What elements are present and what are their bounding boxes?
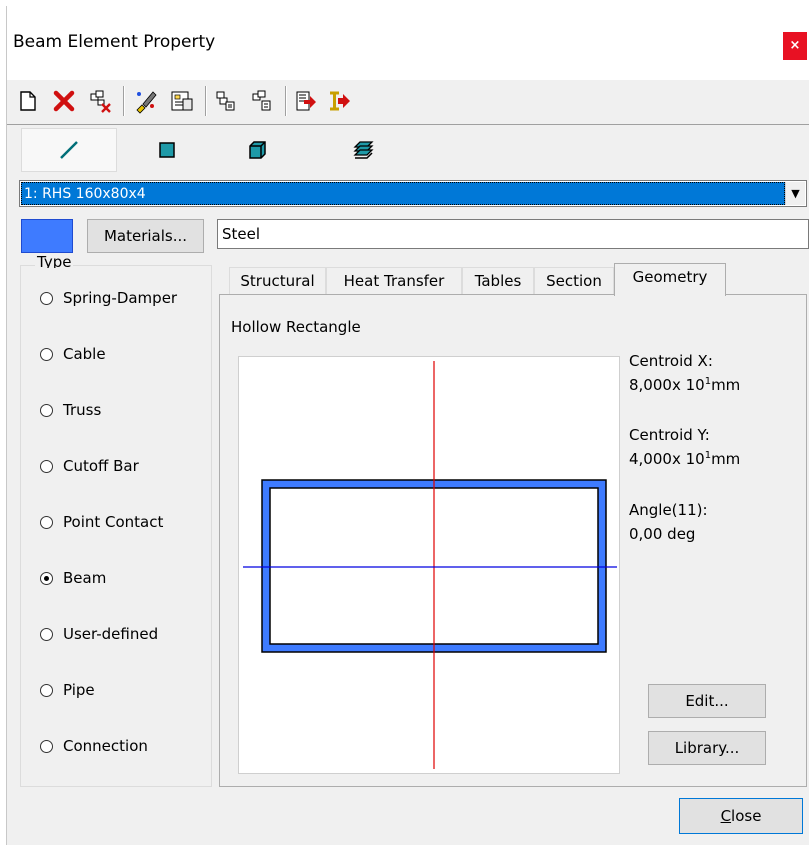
library-button[interactable]: Library...	[648, 731, 766, 765]
edit-brush-icon[interactable]	[133, 88, 159, 114]
type-option-label: Pipe	[63, 681, 95, 699]
toolbar-separator	[123, 86, 125, 116]
close-label-rest: lose	[731, 807, 762, 825]
dialog-window: Beam Element Property × 1: RHS 160x80x4 …	[6, 6, 809, 845]
radio-button[interactable]	[40, 347, 53, 361]
element-selector-value: 1: RHS 160x80x4	[21, 182, 785, 205]
delete-element-icon[interactable]	[87, 88, 113, 114]
properties-icon[interactable]	[169, 88, 195, 114]
type-option-label: Truss	[63, 401, 102, 419]
radio-button[interactable]	[40, 683, 53, 697]
tab-tables[interactable]: Tables	[462, 267, 534, 295]
layers-icon	[353, 141, 374, 159]
material-name-field[interactable]: Steel	[217, 219, 809, 249]
area-shape-button[interactable]	[137, 128, 197, 172]
edit-button[interactable]: Edit...	[648, 684, 766, 718]
new-icon[interactable]	[15, 88, 41, 114]
type-option-label: Connection	[63, 737, 148, 755]
color-swatch[interactable]	[21, 219, 73, 253]
type-option-label: Beam	[63, 569, 107, 587]
title-bar: Beam Element Property ×	[7, 6, 809, 80]
type-option[interactable]: Beam	[40, 567, 106, 589]
type-option[interactable]: Cutoff Bar	[40, 455, 139, 477]
radio-button[interactable]	[40, 627, 53, 641]
materials-button[interactable]: Materials...	[87, 219, 204, 253]
centroid-y-label: Centroid Y:	[629, 426, 710, 444]
cube-icon	[249, 141, 266, 159]
toolbar	[7, 80, 809, 124]
radio-button[interactable]	[40, 739, 53, 753]
type-option[interactable]: Connection	[40, 735, 148, 757]
dropdown-arrow-icon[interactable]: ▼	[785, 182, 805, 205]
copy-icon[interactable]	[213, 88, 239, 114]
type-option[interactable]: Spring-Damper	[40, 287, 177, 309]
paste-icon[interactable]	[249, 88, 275, 114]
tab-heat-transfer[interactable]: Heat Transfer	[326, 267, 462, 295]
section-shape-toolbar	[7, 124, 809, 176]
element-selector[interactable]: 1: RHS 160x80x4 ▼	[19, 180, 807, 207]
type-option-label: Spring-Damper	[63, 289, 178, 307]
tab-section[interactable]: Section	[534, 267, 614, 295]
section-shape-name: Hollow Rectangle	[231, 318, 361, 336]
type-option[interactable]: Cable	[40, 343, 106, 365]
type-option-label: User-defined	[63, 625, 159, 643]
radio-button[interactable]	[40, 291, 53, 305]
close-mnemonic: C	[720, 807, 732, 825]
close-window-button[interactable]: ×	[783, 32, 807, 60]
type-group-label: Type	[35, 254, 74, 268]
export-icon[interactable]	[293, 88, 319, 114]
toolbar-separator	[205, 86, 207, 116]
type-option[interactable]: Truss	[40, 399, 101, 421]
radio-button[interactable]	[40, 571, 53, 585]
tab-geometry[interactable]: Geometry	[614, 263, 726, 296]
type-option-label: Cutoff Bar	[63, 457, 139, 475]
angle-label: Angle(11):	[629, 501, 708, 519]
type-option[interactable]: Point Contact	[40, 511, 163, 533]
window-title: Beam Element Property	[13, 32, 216, 52]
plate-shape-button[interactable]	[333, 128, 393, 172]
section-preview	[238, 356, 620, 774]
delete-icon[interactable]	[51, 88, 77, 114]
line-shape-button[interactable]	[21, 128, 117, 172]
angle-value: 0,00 deg	[629, 525, 696, 543]
type-option-label: Cable	[63, 345, 106, 363]
tab-structural[interactable]: Structural	[229, 267, 326, 295]
type-option[interactable]: Pipe	[40, 679, 95, 701]
radio-button[interactable]	[40, 515, 53, 529]
centroid-y-value: 4,000x 101mm	[629, 450, 741, 468]
export-beam-icon[interactable]	[327, 88, 353, 114]
solid-shape-button[interactable]	[227, 128, 287, 172]
toolbar-separator	[285, 86, 287, 116]
square-icon	[159, 142, 175, 158]
line-icon	[60, 141, 78, 159]
type-option[interactable]: User-defined	[40, 623, 158, 645]
radio-button[interactable]	[40, 403, 53, 417]
type-option-label: Point Contact	[63, 513, 164, 531]
radio-button[interactable]	[40, 459, 53, 473]
centroid-x-label: Centroid X:	[629, 352, 713, 370]
centroid-x-value: 8,000x 101mm	[629, 376, 741, 394]
close-button[interactable]: Close	[679, 798, 803, 834]
